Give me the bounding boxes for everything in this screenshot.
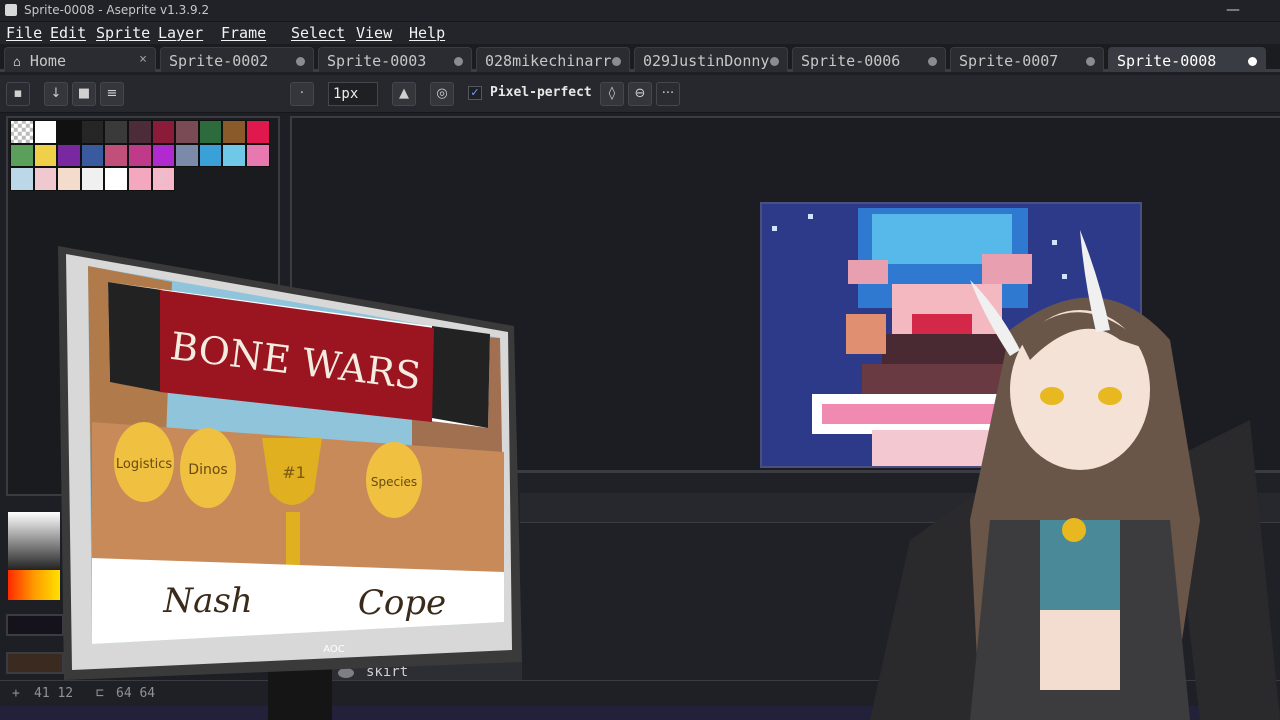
home-icon: ⌂ (13, 55, 21, 70)
menu-sprite[interactable]: Sprite (96, 24, 150, 42)
opacity-icon[interactable]: ◎ (430, 82, 454, 106)
close-icon[interactable]: × (139, 52, 147, 67)
tab-bar: ⌂ Home × Sprite-0002 Sprite-0003 028mike… (0, 44, 1280, 72)
tab-sprite-0006[interactable]: Sprite-0006 (792, 47, 946, 72)
tab-modified-dot-icon[interactable] (770, 57, 779, 66)
menu-frame[interactable]: Frame (221, 24, 266, 42)
palette-swatch[interactable] (104, 167, 128, 191)
palette-swatch[interactable] (151, 143, 176, 167)
palette-swatch[interactable] (127, 120, 152, 144)
save-icon[interactable]: ■ (72, 82, 96, 106)
window-title: Sprite-0008 - Aseprite v1.3.9.2 (24, 3, 210, 17)
tab-modified-dot-icon[interactable] (612, 57, 621, 66)
palette-swatch[interactable] (10, 143, 34, 167)
tab-label: Sprite-0002 (169, 52, 269, 70)
trophy-label: #1 (282, 463, 306, 482)
palette-swatch[interactable] (33, 143, 58, 167)
palette-swatch[interactable] (57, 167, 81, 191)
palette-swatch[interactable] (222, 143, 246, 167)
palette-swatch[interactable] (151, 120, 176, 144)
title-bar: Sprite-0008 - Aseprite v1.3.9.2 — (0, 0, 1280, 22)
palette-swatch[interactable] (175, 143, 199, 167)
tab-028mikechinarr[interactable]: 028mikechinarr (476, 47, 630, 72)
ribbon-logistics: Logistics (116, 457, 172, 472)
palette-swatch[interactable] (104, 143, 128, 167)
palette-swatch[interactable] (10, 120, 34, 144)
brush-type-icon[interactable]: · (290, 82, 314, 106)
palette-swatch[interactable] (10, 167, 34, 191)
palette-swatch[interactable] (198, 143, 223, 167)
palette-swatch[interactable] (198, 120, 223, 144)
minimize-button[interactable]: — (1226, 2, 1240, 18)
tab-label: Sprite-0008 (1117, 52, 1217, 70)
menu-lines-icon[interactable]: ≡ (100, 82, 124, 106)
tab-label: Sprite-0007 (959, 52, 1059, 70)
palette-swatch[interactable] (127, 167, 152, 191)
menu-edit[interactable]: Edit (50, 24, 86, 42)
download-icon[interactable]: ↓ (44, 82, 68, 106)
tab-home[interactable]: ⌂ Home × (4, 47, 156, 72)
app-icon (5, 4, 17, 16)
tab-029justindonny[interactable]: 029JustinDonny (634, 47, 788, 72)
symmetry-vertical-icon[interactable]: ◊ (600, 82, 624, 106)
palette-swatch[interactable] (104, 120, 128, 144)
tab-modified-dot-icon[interactable] (928, 57, 937, 66)
tab-sprite-0003[interactable]: Sprite-0003 (318, 47, 472, 72)
palette-swatch[interactable] (80, 143, 105, 167)
symmetry-horizontal-icon[interactable]: ⊖ (628, 82, 652, 106)
pixel-perfect-checkbox[interactable]: ✓ (468, 86, 482, 100)
ribbon-dinos: Dinos (188, 462, 227, 478)
canvas-size-icon: ⊏ (96, 686, 104, 701)
tab-modified-dot-icon[interactable] (1248, 57, 1257, 66)
palette-resize-grip[interactable]: II (158, 172, 165, 185)
palette-swatch[interactable] (33, 120, 58, 144)
menu-file[interactable]: File (6, 24, 42, 42)
monitor-brand: AOC (323, 644, 345, 655)
palette-swatch[interactable] (222, 120, 246, 144)
tab-modified-dot-icon[interactable] (454, 57, 463, 66)
tab-modified-dot-icon[interactable] (1086, 57, 1095, 66)
tab-label: Home (29, 52, 66, 70)
palette-swatch[interactable] (80, 167, 105, 191)
menu-select[interactable]: Select (291, 24, 345, 42)
context-toolbar: ▪ ↓ ■ ≡ · 1px ▲ ◎ ✓ Pixel-perfect ◊ ⊖ ··… (0, 75, 1280, 113)
more-options-button[interactable]: ··· (656, 82, 680, 106)
palette-swatch[interactable] (175, 120, 199, 144)
tab-modified-dot-icon[interactable] (296, 57, 305, 66)
tab-sprite-0002[interactable]: Sprite-0002 (160, 47, 314, 72)
palette-swatch[interactable] (245, 143, 270, 167)
palette-swatch[interactable] (57, 120, 81, 144)
palette-swatch[interactable] (127, 143, 152, 167)
signature-left: Nash (162, 581, 252, 621)
ribbon-species: Species (371, 475, 417, 489)
palette-swatch[interactable] (57, 143, 81, 167)
palette-swatch[interactable] (245, 120, 270, 144)
pixel-perfect-label: Pixel-perfect (490, 85, 592, 100)
cursor-position: 41 12 (34, 686, 74, 701)
menu-view[interactable]: View (356, 24, 392, 42)
tab-sprite-0008[interactable]: Sprite-0008 (1108, 47, 1266, 72)
menu-bar: File Edit Sprite Layer Frame Select View… (0, 22, 1280, 44)
palette-swatch[interactable] (33, 167, 58, 191)
tab-label: 028mikechinarr (485, 52, 612, 70)
tab-label: 029JustinDonny (643, 52, 770, 70)
canvas-size: 64 64 (116, 686, 156, 701)
crosshair-icon: + (12, 686, 20, 701)
menu-help[interactable]: Help (409, 24, 445, 42)
ink-icon[interactable]: ▲ (392, 82, 416, 106)
tab-label: Sprite-0006 (801, 52, 901, 70)
signature-right: Cope (358, 583, 446, 623)
color-palette (10, 120, 275, 191)
palette-swatch[interactable] (80, 120, 105, 144)
vtuber-avatar (870, 230, 1280, 720)
brush-size-field[interactable]: 1px (328, 82, 378, 106)
tab-sprite-0007[interactable]: Sprite-0007 (950, 47, 1104, 72)
lock-icon[interactable]: ▪ (6, 82, 30, 106)
tab-label: Sprite-0003 (327, 52, 427, 70)
menu-layer[interactable]: Layer (158, 24, 203, 42)
monitor-overlay: BONE WARS Logistics Dinos Species #1 Nas… (58, 246, 522, 680)
